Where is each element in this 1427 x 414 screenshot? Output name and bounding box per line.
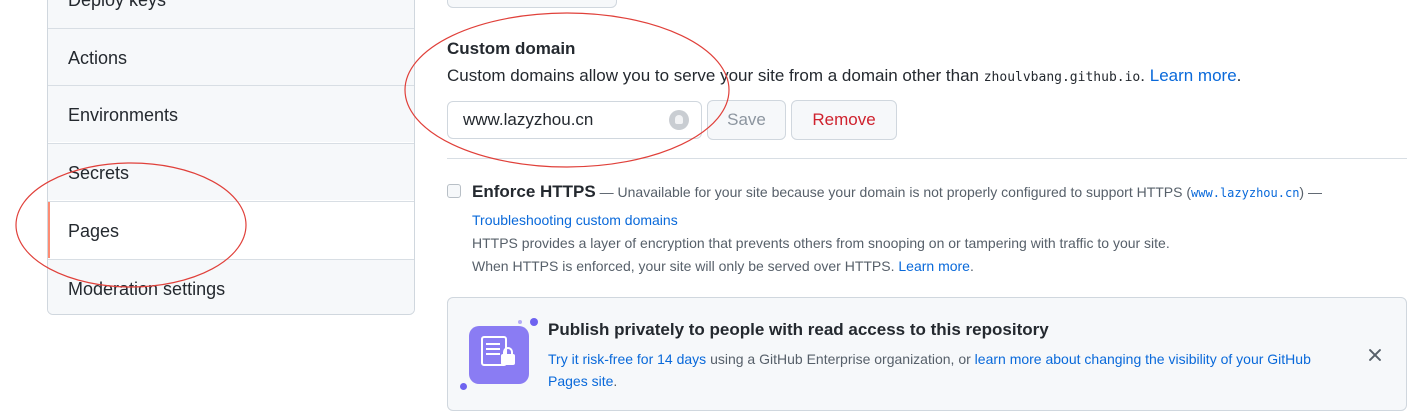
custom-domain-input[interactable] xyxy=(447,101,702,139)
try-enterprise-link[interactable]: Try it risk-free for 14 days xyxy=(548,351,706,367)
enforce-https-label: Enforce HTTPS xyxy=(472,182,596,201)
section-divider xyxy=(447,158,1407,159)
decorative-dot xyxy=(518,320,522,324)
https-help-line-2: When HTTPS is enforced, your site will o… xyxy=(472,258,974,274)
sidebar-item-label: Actions xyxy=(68,48,128,68)
sidebar-item-label: Environments xyxy=(68,105,179,125)
decorative-dot xyxy=(530,318,538,326)
close-icon[interactable] xyxy=(1366,346,1384,364)
decorative-dot xyxy=(460,383,467,390)
sidebar-item-environments[interactable]: Environments xyxy=(48,85,414,142)
https-domain: www.lazyzhou.cn xyxy=(1191,186,1300,200)
sidebar-item-deploy-keys[interactable]: Deploy keys xyxy=(48,0,414,28)
sidebar-item-label: Deploy keys xyxy=(68,0,167,10)
https-unavailable-note: — Unavailable for your site because your… xyxy=(595,184,1192,200)
enforce-https-row: Enforce HTTPS — Unavailable for your sit… xyxy=(472,182,1322,201)
custom-domain-description: Custom domains allow you to serve your s… xyxy=(447,66,1242,85)
https-help-line-1: HTTPS provides a layer of encryption tha… xyxy=(472,235,1170,251)
private-publishing-banner: Publish privately to people with read ac… xyxy=(447,297,1407,411)
sidebar-item-label: Secrets xyxy=(68,163,130,183)
enforce-https-checkbox[interactable] xyxy=(447,184,461,198)
source-branch-button[interactable] xyxy=(447,0,617,8)
custom-domain-learn-more-link[interactable]: Learn more xyxy=(1150,66,1237,85)
sidebar-item-secrets[interactable]: Secrets xyxy=(48,143,414,200)
troubleshooting-link[interactable]: Troubleshooting custom domains xyxy=(472,212,678,228)
github-icon xyxy=(669,110,689,130)
sidebar-item-actions[interactable]: Actions xyxy=(48,28,414,85)
settings-sidebar: Deploy keys Actions Environments Secrets… xyxy=(47,0,415,315)
private-pages-icon xyxy=(469,326,529,384)
remove-button[interactable]: Remove xyxy=(791,100,897,140)
lock-icon xyxy=(501,347,515,365)
https-learn-more-link[interactable]: Learn more xyxy=(898,258,970,274)
save-button[interactable]: Save xyxy=(707,100,786,140)
banner-body: Try it risk-free for 14 days using a Git… xyxy=(548,351,1311,389)
banner-title: Publish privately to people with read ac… xyxy=(548,320,1049,339)
sidebar-item-pages[interactable]: Pages xyxy=(48,201,414,258)
annotation-ellipse-custom-domain xyxy=(404,12,730,168)
sidebar-item-label: Moderation settings xyxy=(68,279,226,299)
custom-domain-title: Custom domain xyxy=(447,39,576,58)
default-domain: zhoulvbang.github.io xyxy=(983,70,1141,85)
sidebar-item-moderation-settings[interactable]: Moderation settings xyxy=(48,259,414,314)
description-text: Custom domains allow you to serve your s… xyxy=(447,66,979,85)
sidebar-item-label: Pages xyxy=(68,221,120,241)
description-period: . xyxy=(1140,66,1145,85)
